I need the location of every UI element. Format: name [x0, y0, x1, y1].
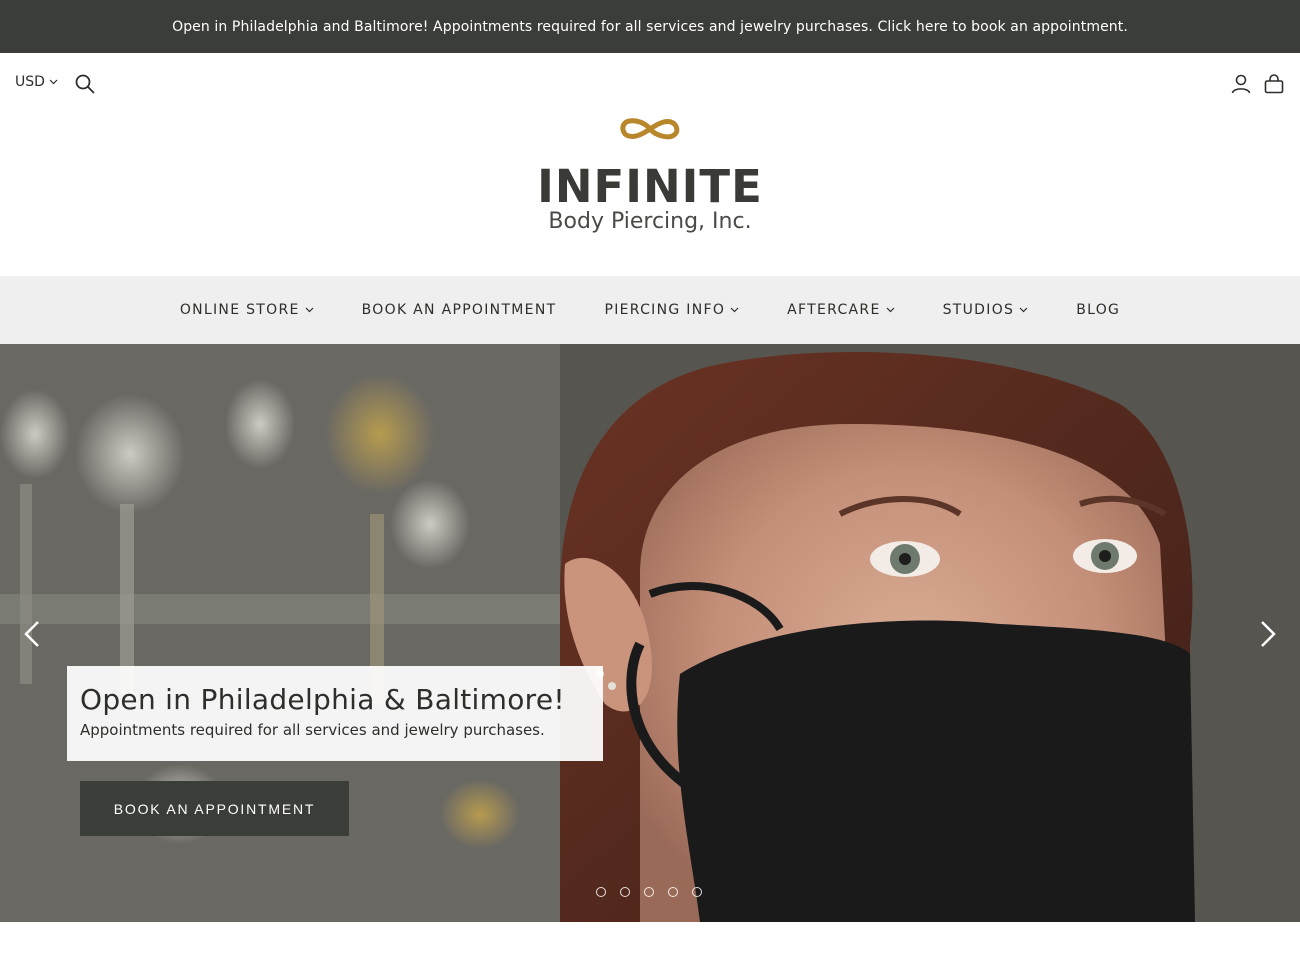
currency-label: USD — [15, 74, 45, 90]
chevron-right-icon — [1261, 621, 1276, 647]
announcement-text[interactable]: Open in Philadelphia and Baltimore! Appo… — [172, 19, 1128, 35]
slideshow-previous-button[interactable] — [2, 604, 62, 664]
slide-dot[interactable] — [692, 887, 702, 897]
chevron-down-icon — [1019, 307, 1028, 313]
chevron-left-icon — [24, 621, 39, 647]
nav-item-label: BLOG — [1076, 302, 1121, 318]
announcement-bar[interactable]: Open in Philadelphia and Baltimore! Appo… — [0, 0, 1300, 53]
chevron-down-icon — [886, 307, 895, 313]
cart-icon[interactable] — [1263, 73, 1285, 95]
nav-item-label: ONLINE STORE — [179, 302, 300, 318]
infinity-logo-icon — [620, 118, 680, 140]
slide-dot[interactable] — [668, 887, 678, 897]
main-nav: ONLINE STORE BOOK AN APPOINTMENT PIERCIN… — [0, 276, 1300, 344]
search-icon[interactable] — [74, 73, 96, 95]
slide-dot[interactable] — [620, 887, 630, 897]
chevron-down-icon — [730, 307, 739, 313]
hero-caption: Open in Philadelphia & Baltimore! Appoin… — [67, 666, 603, 761]
hero-title: Open in Philadelphia & Baltimore! — [80, 683, 565, 716]
nav-item-book-appointment[interactable]: BOOK AN APPOINTMENT — [362, 302, 557, 318]
chevron-down-icon — [49, 79, 58, 85]
slide-dot[interactable] — [596, 887, 606, 897]
book-appointment-button[interactable]: BOOK AN APPOINTMENT — [80, 781, 349, 836]
site-logo[interactable]: INFINITE Body Piercing, Inc. — [530, 112, 770, 242]
nav-item-online-store[interactable]: ONLINE STORE — [180, 302, 314, 318]
slide-dot[interactable] — [644, 887, 654, 897]
nav-item-aftercare[interactable]: AFTERCARE — [787, 302, 895, 318]
hero-subtitle: Appointments required for all services a… — [80, 721, 545, 739]
nav-item-label: PIERCING INFO — [604, 302, 726, 318]
nav-item-studios[interactable]: STUDIOS — [943, 302, 1029, 318]
nav-item-piercing-info[interactable]: PIERCING INFO — [604, 302, 739, 318]
hero-slideshow: Open in Philadelphia & Baltimore! Appoin… — [0, 344, 1300, 922]
slideshow-next-button[interactable] — [1238, 604, 1298, 664]
nav-item-blog[interactable]: BLOG — [1076, 302, 1120, 318]
nav-item-label: STUDIOS — [942, 302, 1015, 318]
slideshow-dots — [596, 887, 702, 897]
logo-subtitle: Body Piercing, Inc. — [548, 209, 752, 234]
nav-item-label: AFTERCARE — [787, 302, 881, 318]
account-icon[interactable] — [1230, 73, 1252, 95]
nav-item-label: BOOK AN APPOINTMENT — [361, 302, 557, 318]
chevron-down-icon — [305, 307, 314, 313]
currency-selector[interactable]: USD — [15, 74, 58, 90]
logo-name: INFINITE — [537, 160, 763, 213]
